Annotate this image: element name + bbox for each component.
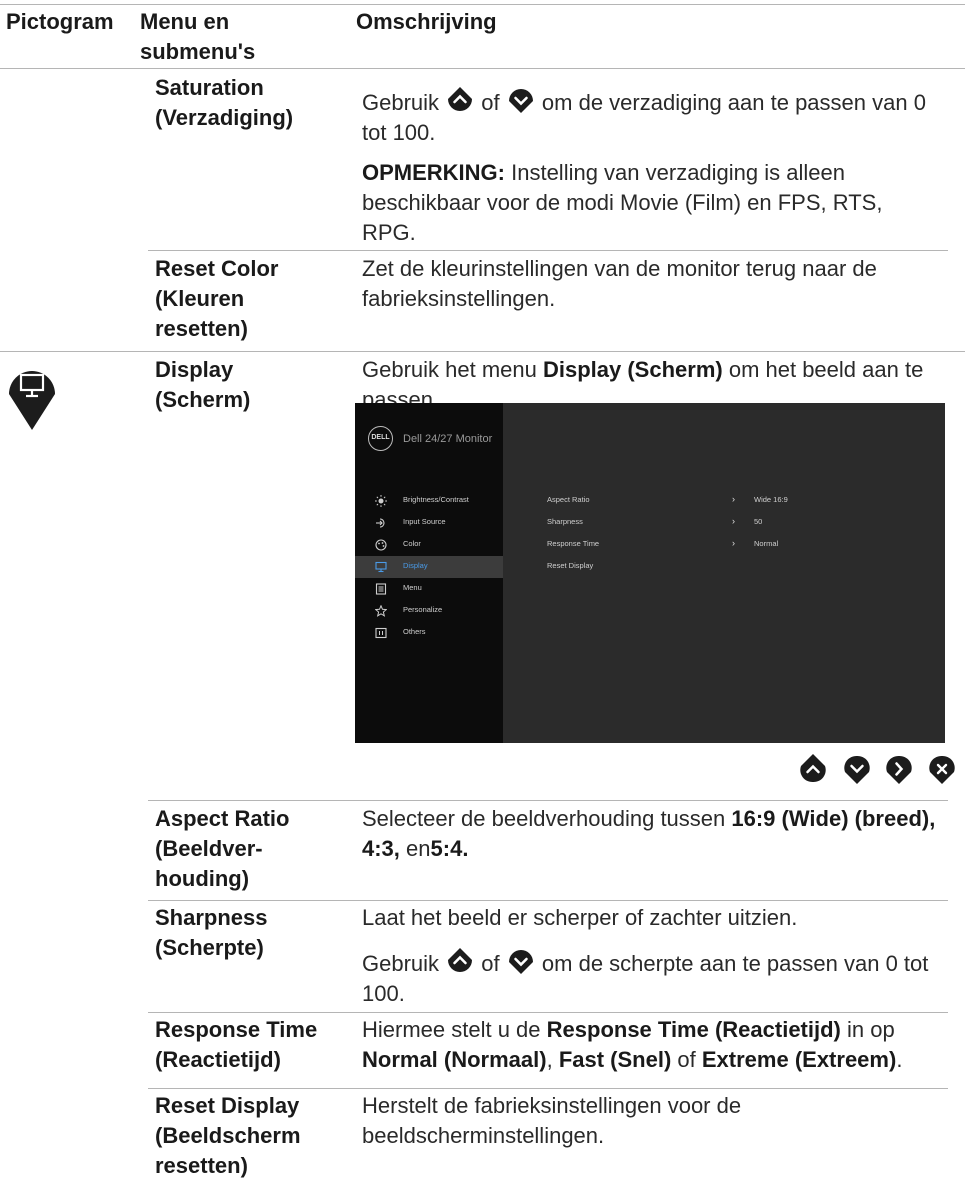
menu-saturation: Saturation (Verzadiging) [155, 75, 294, 130]
up-button-icon[interactable] [799, 753, 827, 785]
up-button-icon [448, 87, 473, 111]
row-rule [148, 800, 948, 801]
osd-setting-sharpness[interactable]: Sharpness › 50 [547, 516, 927, 529]
osd-menu-screenshot: DELL Dell 24/27 Monitor Brightness/Contr… [355, 403, 945, 743]
osd-setting-value: 50 [754, 517, 763, 526]
menu-display: Display (Scherm) [155, 357, 251, 412]
osd-setting-label: Response Time [547, 539, 600, 548]
osd-setting-value: Normal [754, 539, 779, 548]
right-button-icon[interactable] [885, 753, 913, 785]
header-rule [0, 68, 965, 69]
saturation-note: OPMERKING: Instelling van verzadiging is… [362, 160, 883, 245]
osd-menu-label: Color [403, 539, 421, 548]
chevron-right-icon: › [732, 538, 735, 548]
osd-setting-aspect-ratio[interactable]: Aspect Ratio › Wide 16:9 [547, 494, 927, 507]
osd-setting-reset-display[interactable]: Reset Display [547, 561, 927, 573]
osd-menu-label: Personalize [403, 605, 443, 614]
input-source-icon [376, 518, 385, 528]
color-icon [375, 539, 387, 551]
brightness-icon [375, 495, 387, 507]
osd-menu-item-brightness[interactable]: Brightness/Contrast [355, 490, 503, 512]
row-rule [148, 250, 948, 251]
osd-setting-label: Aspect Ratio [547, 495, 590, 504]
menu-sharpness: Sharpness (Scherpte) [155, 905, 268, 960]
chevron-right-icon: › [732, 494, 735, 504]
menu-icon [375, 583, 387, 595]
row-rule [0, 351, 965, 352]
column-header-description: Omschrijving [356, 9, 497, 34]
column-header-menu: Menu en submenu's [140, 9, 256, 64]
menu-response-time: Response Time (Reactietijd) [155, 1017, 318, 1072]
osd-menu-item-color[interactable]: Color [355, 534, 503, 556]
chevron-right-icon: › [732, 516, 735, 526]
sharpness-usage: Gebruik of om de scherpte aan te passen … [362, 946, 942, 1009]
osd-menu-label: Brightness/Contrast [403, 495, 469, 504]
osd-setting-label: Reset Display [547, 561, 594, 570]
row-rule [148, 1088, 948, 1089]
osd-menu-item-menu[interactable]: Menu [355, 578, 503, 600]
star-icon [375, 605, 387, 617]
close-button-icon[interactable] [928, 753, 956, 785]
menu-aspect-ratio: Aspect Ratio (Beeldver- houding) [155, 806, 290, 891]
reset-color-description: Zet de kleurinstellingen van de monitor … [362, 256, 877, 311]
osd-menu-item-personalize[interactable]: Personalize [355, 600, 503, 622]
osd-menu-item-others[interactable]: Others [355, 622, 503, 644]
aspect-ratio-description: Selecteer de beeldverhouding tussen 16:9… [362, 806, 936, 861]
row-rule [148, 1012, 948, 1013]
down-button-icon [508, 89, 533, 113]
osd-menu-label: Menu [403, 583, 422, 592]
osd-menu-label: Others [403, 627, 426, 636]
osd-menu-label: Input Source [403, 517, 446, 526]
osd-title: Dell 24/27 Monitor [403, 433, 493, 445]
reset-display-description: Herstelt de fabrieksinstellingen voor de… [362, 1093, 742, 1148]
osd-setting-response-time[interactable]: Response Time › Normal [547, 538, 927, 551]
display-pin-icon [9, 371, 55, 430]
menu-reset-color: Reset Color (Kleuren resetten) [155, 256, 279, 341]
osd-menu-item-input-source[interactable]: Input Source [355, 512, 503, 534]
down-button-icon [508, 950, 533, 974]
display-icon [375, 561, 387, 573]
osd-setting-value: Wide 16:9 [754, 495, 788, 504]
down-button-icon[interactable] [843, 753, 871, 785]
osd-setting-label: Sharpness [547, 517, 583, 526]
saturation-description: Gebruik of om de verzadiging aan te pass… [362, 85, 932, 148]
top-rule [0, 4, 965, 5]
sharpness-description: Laat het beeld er scherper of zachter ui… [362, 905, 798, 930]
osd-menu-label: Display [403, 561, 428, 570]
others-icon [375, 627, 387, 639]
dell-logo: DELL [368, 426, 393, 451]
menu-reset-display: Reset Display (Beeldscherm resetten) [155, 1093, 301, 1178]
column-header-pictogram: Pictogram [6, 9, 114, 34]
row-rule [148, 900, 948, 901]
up-button-icon [448, 948, 473, 972]
osd-menu-item-display-selected[interactable]: Display [355, 556, 503, 578]
response-time-description: Hiermee stelt u de Response Time (Reacti… [362, 1017, 903, 1072]
